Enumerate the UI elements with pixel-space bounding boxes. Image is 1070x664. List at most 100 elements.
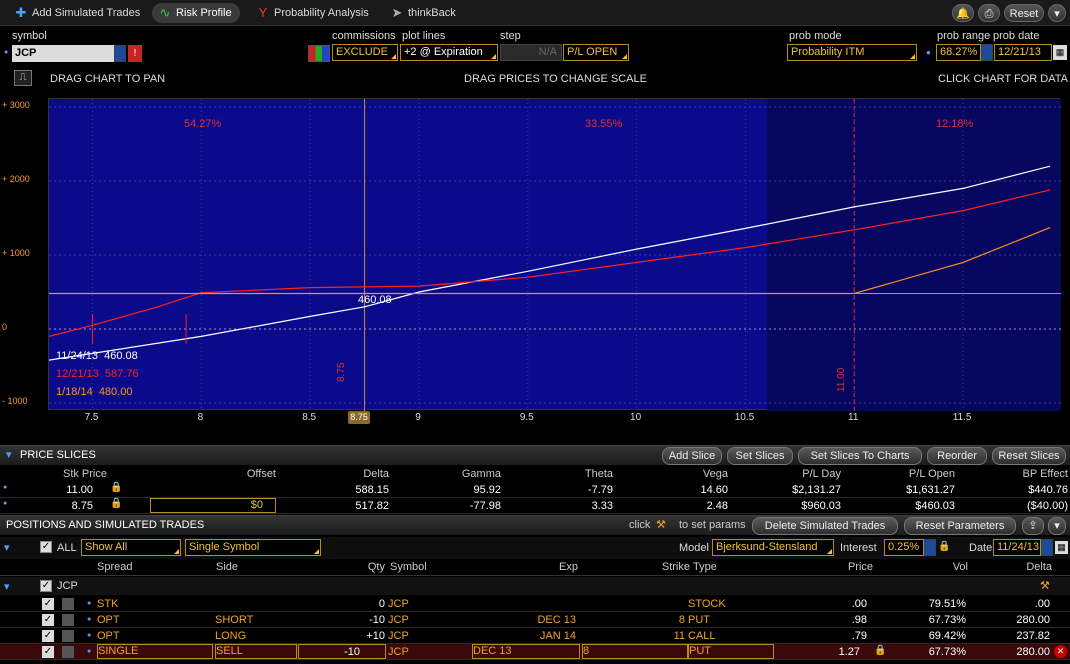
price-slice-row[interactable]: ● 11.00 588.15 95.92 -7.79 14.60 $2,131.27 $1,6… [0, 482, 1070, 498]
strike-cell[interactable]: 8 [582, 644, 688, 659]
position-row[interactable]: ✓ ● OPT LONG +10 JCP JAN 14 11 CALL .79 69.42% 237.… [0, 628, 1070, 644]
model-dropdown[interactable]: Bjerksund-Stensland [712, 539, 834, 556]
column-header[interactable]: Stk Price [63, 468, 107, 480]
alert-flag-icon[interactable]: ! [128, 45, 142, 62]
grid-icon[interactable] [308, 45, 330, 62]
chevron-down-icon[interactable]: ▾ [1048, 4, 1066, 22]
column-header[interactable]: Vol [953, 561, 968, 573]
date-stepper[interactable] [1041, 539, 1053, 556]
calendar-icon[interactable]: ▦ [1053, 45, 1067, 60]
prob-range-stepper[interactable] [981, 44, 993, 61]
row-toggle-box[interactable] [62, 614, 74, 626]
calendar-icon[interactable]: ▦ [1055, 541, 1068, 554]
current-price-marker[interactable]: 8.75 [348, 411, 370, 424]
collapse-icon[interactable]: ▾ [4, 541, 10, 554]
pl-mode-dropdown[interactable]: P/L OPEN [563, 44, 629, 61]
column-header[interactable]: Side [216, 561, 238, 573]
commissions-dropdown[interactable]: EXCLUDE [332, 44, 398, 61]
row-checkbox[interactable]: ✓ [42, 614, 54, 626]
column-header[interactable]: Theta [585, 468, 613, 480]
lock-icon[interactable]: 🔒 [938, 541, 950, 552]
column-header[interactable]: Exp [559, 561, 578, 573]
side-cell: SHORT [215, 614, 254, 626]
select-all-checkbox[interactable]: ✓ [40, 541, 52, 553]
delete-simulated-trades-button[interactable]: Delete Simulated Trades [752, 517, 898, 535]
exp-cell[interactable]: DEC 13 [472, 644, 580, 659]
stk-price-cell[interactable]: 8.75 [72, 500, 93, 512]
reorder-button[interactable]: Reorder [927, 447, 987, 465]
position-row[interactable]: ✓ ● OPT SHORT -10 JCP DEC 13 8 PUT .98 67.73% 280.0… [0, 612, 1070, 628]
lock-icon[interactable]: 🔒 [110, 482, 122, 493]
x-tick-label: 10 [630, 412, 642, 423]
reset-parameters-button[interactable]: Reset Parameters [904, 517, 1016, 535]
column-header[interactable]: Price [848, 561, 873, 573]
set-slices-button[interactable]: Set Slices [727, 447, 793, 465]
column-header[interactable]: BP Effect [1023, 468, 1068, 480]
spread-cell[interactable]: SINGLE [97, 644, 213, 659]
lock-icon[interactable]: 🔒 [874, 645, 886, 656]
prob-range-input[interactable]: 68.27% [936, 44, 981, 61]
value-cell: 14.60 [700, 484, 728, 496]
tab-probability-analysis[interactable]: Y Probability Analysis [250, 3, 377, 23]
symbol-dropdown-button[interactable] [114, 45, 126, 62]
risk-profile-chart[interactable] [48, 98, 1061, 411]
column-header[interactable]: Symbol [390, 561, 427, 573]
position-row[interactable]: ✓ ● STK 0 JCP STOCK .00 79.51% .00 [0, 596, 1070, 612]
alert-bell-icon[interactable]: 🔔 [952, 4, 974, 22]
prob-mode-dropdown[interactable]: Probability ITM [787, 44, 917, 61]
row-checkbox[interactable]: ✓ [42, 598, 54, 610]
column-header[interactable]: Qty [368, 561, 385, 573]
column-header[interactable]: P/L Open [909, 468, 955, 480]
reset-button[interactable]: Reset [1004, 4, 1044, 22]
row-toggle-box[interactable] [62, 598, 74, 610]
date-label: Date [969, 542, 993, 554]
wrench-icon[interactable]: ⚒ [1040, 579, 1050, 592]
thinkback-icon: ➤ [391, 5, 403, 20]
x-axis[interactable]: 7.5 8 8.5 9 9.5 10 10.5 11 11.5 [0, 0, 1070, 423]
collapse-icon[interactable]: ▾ [6, 446, 12, 464]
export-icon[interactable]: ⇪ [1022, 517, 1044, 535]
prob-date-input[interactable]: 12/21/13 [994, 44, 1052, 61]
probability-percentages: 54.27% 33.55% 12.18% [0, 0, 973, 130]
column-header[interactable]: Strike [662, 561, 690, 573]
collapse-icon[interactable]: ▾ [4, 580, 10, 593]
exp-cell: DEC 13 [537, 614, 576, 626]
value-cell[interactable]: $0 [150, 498, 276, 513]
tab-thinkback[interactable]: ➤ thinkBack [384, 3, 464, 23]
row-checkbox[interactable]: ✓ [42, 630, 54, 642]
value-cell: 3.33 [591, 500, 613, 512]
step-input[interactable]: N/A [500, 44, 562, 61]
stk-price-cell[interactable]: 11.00 [66, 484, 93, 496]
column-header[interactable]: Offset [247, 468, 276, 480]
column-header[interactable]: P/L Day [802, 468, 841, 480]
column-header[interactable]: Type [693, 561, 717, 573]
column-header[interactable]: Delta [363, 468, 389, 480]
set-slices-to-charts-button[interactable]: Set Slices To Charts [798, 447, 922, 465]
tab-risk-profile[interactable]: ∿ Risk Profile [152, 3, 240, 23]
type-cell[interactable]: PUT [688, 644, 774, 659]
lock-icon[interactable]: 🔒 [110, 498, 122, 509]
remove-icon[interactable]: ✕ [1054, 645, 1067, 658]
side-cell[interactable]: SELL [215, 644, 297, 659]
row-toggle-box[interactable] [62, 646, 74, 658]
reset-slices-button[interactable]: Reset Slices [992, 447, 1066, 465]
symbol-filter-dropdown[interactable]: Single Symbol [185, 539, 321, 556]
column-header[interactable]: Delta [1026, 561, 1052, 573]
chevron-down-icon[interactable]: ▾ [1048, 517, 1066, 535]
date-input[interactable]: 11/24/13 [993, 539, 1041, 556]
interest-stepper[interactable] [924, 539, 936, 556]
column-header[interactable]: Gamma [462, 468, 501, 480]
column-header[interactable]: Spread [97, 561, 132, 573]
group-checkbox[interactable]: ✓ [40, 580, 52, 592]
column-header[interactable]: Vega [703, 468, 728, 480]
print-icon[interactable]: ⎙ [978, 4, 1000, 22]
qty-stepper[interactable] [298, 644, 386, 659]
interest-input[interactable]: 0.25% [884, 539, 924, 556]
show-filter-dropdown[interactable]: Show All [81, 539, 181, 556]
row-toggle-box[interactable] [62, 630, 74, 642]
add-slice-button[interactable]: Add Slice [662, 447, 722, 465]
row-checkbox[interactable]: ✓ [42, 646, 54, 658]
price-slice-row[interactable]: ● 8.75 $0 517.82 -77.98 3.33 2.48 $960.03 $460.0… [0, 498, 1070, 514]
plot-lines-dropdown[interactable]: +2 @ Expiration [400, 44, 498, 61]
simulated-trade-row[interactable]: ✓ ● SINGLE SELL -10 JCP DEC 13 8 PUT 1.27 67.73% 28… [0, 644, 1070, 660]
